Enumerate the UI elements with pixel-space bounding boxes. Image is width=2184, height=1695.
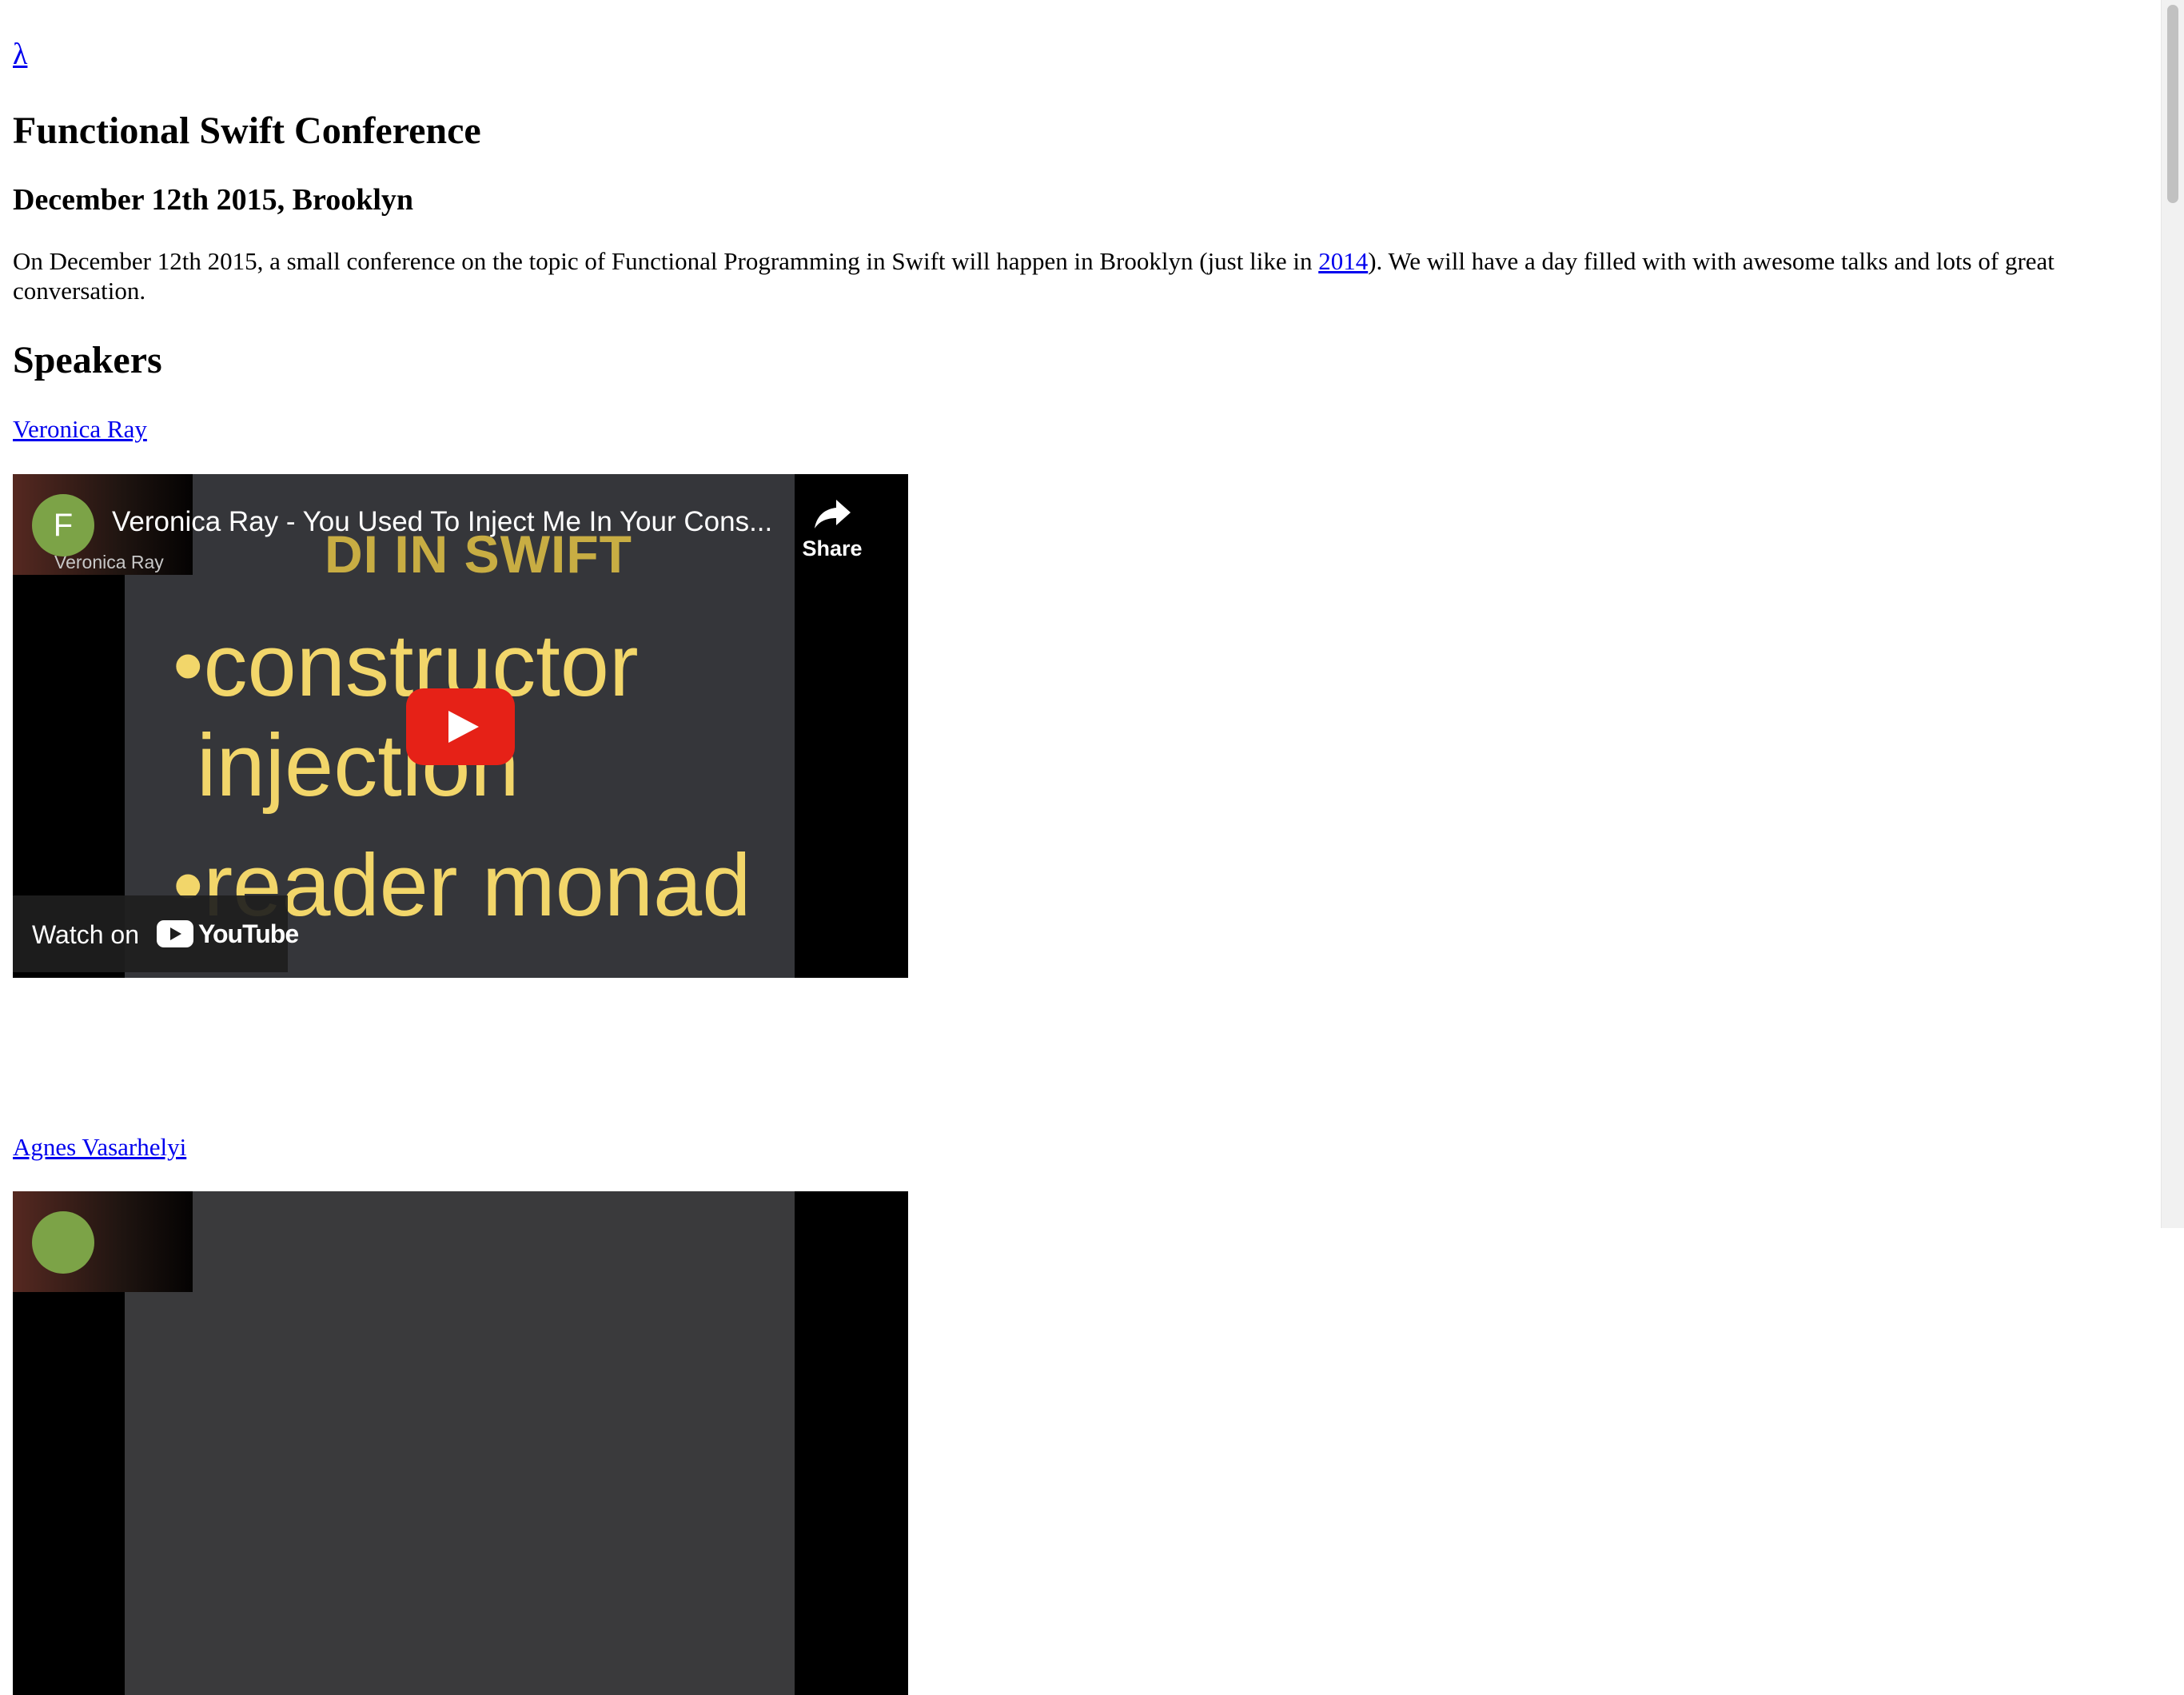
page-title: Functional Swift Conference: [13, 110, 481, 152]
link-2014[interactable]: 2014: [1318, 247, 1368, 275]
speaker-link-agnes-vasarhelyi[interactable]: Agnes Vasarhelyi: [13, 1132, 186, 1163]
intro-text-before: On December 12th 2015, a small conferenc…: [13, 247, 1319, 275]
share-icon: [815, 500, 851, 528]
speaker-link-veronica-ray[interactable]: Veronica Ray: [13, 414, 147, 445]
video-embed-agnes-vasarhelyi[interactable]: [13, 1191, 908, 1695]
youtube-icon: [157, 920, 193, 947]
event-date-location: December 12th 2015, Brooklyn: [13, 183, 414, 217]
scrollbar-thumb[interactable]: [2167, 5, 2178, 203]
video-title[interactable]: Veronica Ray - You Used To Inject Me In …: [112, 506, 772, 538]
share-button[interactable]: Share: [796, 497, 868, 561]
speakers-heading: Speakers: [13, 339, 162, 381]
share-label: Share: [802, 536, 863, 560]
watch-on-youtube-button[interactable]: Watch on YouTube: [13, 895, 299, 972]
slide-bullet: •constructor: [173, 616, 639, 715]
home-logo-link[interactable]: λ: [13, 35, 27, 74]
video-embed-veronica-ray[interactable]: DI IN SWIFT •constructor injection •read…: [13, 474, 908, 978]
page-scrollbar[interactable]: [2161, 0, 2184, 1228]
play-button[interactable]: [406, 688, 515, 765]
channel-avatar[interactable]: F: [32, 494, 94, 556]
channel-avatar[interactable]: [32, 1211, 94, 1274]
video-thumbnail-slide: [125, 1191, 795, 1695]
watch-on-label: Watch on: [32, 920, 139, 949]
intro-paragraph: On December 12th 2015, a small conferenc…: [13, 246, 2155, 305]
youtube-wordmark: YouTube: [198, 919, 299, 948]
